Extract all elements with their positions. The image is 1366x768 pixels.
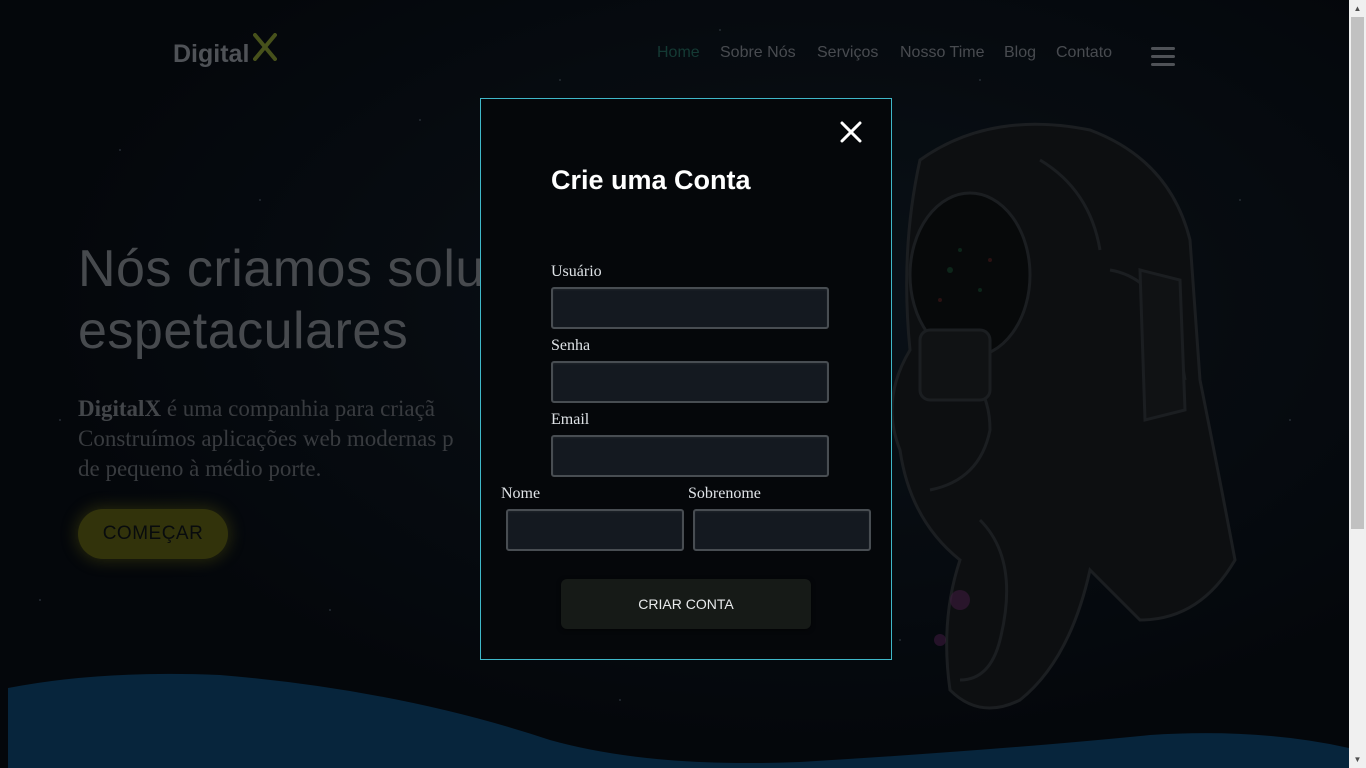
usuario-label: Usuário — [551, 263, 602, 280]
email-label: Email — [551, 411, 590, 428]
sobrenome-label: Sobrenome — [688, 485, 761, 502]
nome-label: Nome — [501, 485, 541, 502]
arrow-down-icon[interactable]: ▼ — [1349, 751, 1366, 768]
arrow-up-icon[interactable]: ▲ — [1349, 0, 1366, 17]
nome-field[interactable] — [506, 509, 684, 551]
senha-label: Senha — [551, 337, 591, 354]
page-scrollbar[interactable]: ▲ ▼ — [1349, 0, 1366, 768]
usuario-field[interactable] — [551, 287, 829, 329]
sobrenome-field[interactable] — [693, 509, 871, 551]
close-icon[interactable] — [838, 119, 864, 145]
scrollbar-thumb[interactable] — [1351, 17, 1364, 529]
email-field[interactable] — [551, 435, 829, 477]
senha-field[interactable] — [551, 361, 829, 403]
criar-conta-button[interactable]: CRIAR CONTA — [561, 579, 811, 629]
create-account-modal: Crie uma Conta Usuário Senha Email Nome … — [480, 98, 892, 660]
page: Digital Home Sobre Nós Serviços Nosso Ti… — [0, 0, 1366, 768]
modal-title: Crie uma Conta — [551, 165, 751, 195]
